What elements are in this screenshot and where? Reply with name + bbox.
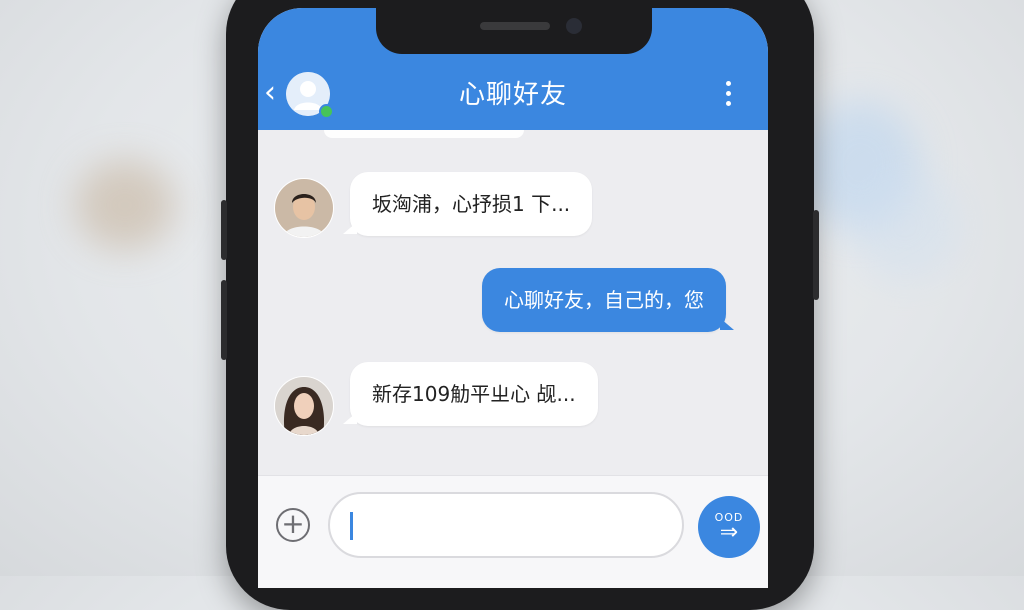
previous-message-edge: [324, 130, 524, 138]
chat-screen: ‹ 心聊好友 坂洶浦，心抒损1 下... 心聊好友，自己的，您 新存109觔平ㄓ…: [258, 8, 768, 588]
composer-bar: + OOD ⇒: [258, 475, 768, 588]
power-button: [813, 210, 819, 300]
volume-button: [221, 200, 227, 260]
send-arrow-icon: ⇒: [719, 520, 739, 545]
volume-button: [221, 280, 227, 360]
front-camera: [566, 18, 582, 34]
female-avatar[interactable]: [274, 376, 334, 436]
message-input[interactable]: [328, 492, 684, 558]
background-blur: [850, 170, 960, 280]
message-list[interactable]: 坂洶浦，心抒损1 下... 心聊好友，自己的，您 新存109觔平ㄓ⼼ 觇...: [258, 130, 768, 475]
male-avatar[interactable]: [274, 178, 334, 238]
speaker: [480, 22, 550, 30]
message-bubble-incoming[interactable]: 新存109觔平ㄓ⼼ 觇...: [343, 362, 598, 426]
send-button[interactable]: OOD ⇒: [698, 496, 760, 558]
message-bubble-outgoing[interactable]: 心聊好友，自己的，您: [482, 268, 734, 332]
message-bubble-incoming[interactable]: 坂洶浦，心抒损1 下...: [342, 172, 593, 236]
more-vertical-icon[interactable]: [720, 78, 736, 110]
chat-title: 心聊好友: [458, 80, 567, 110]
text-caret: [350, 512, 353, 540]
background-blur: [75, 160, 175, 250]
plus-circle-icon[interactable]: +: [276, 508, 310, 542]
notch: [376, 8, 652, 54]
